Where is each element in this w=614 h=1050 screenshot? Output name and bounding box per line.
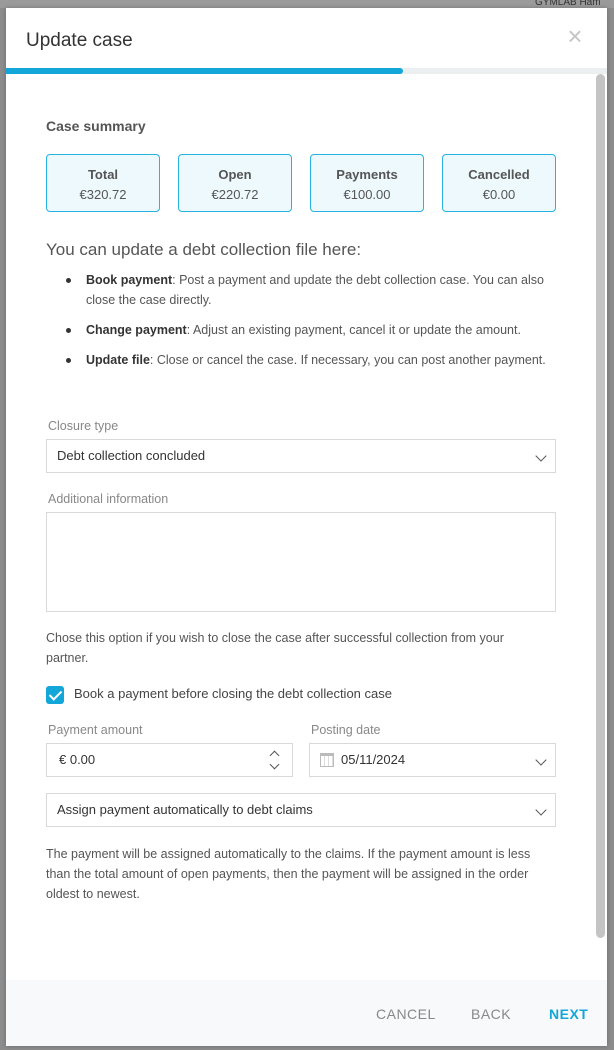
next-button[interactable]: NEXT — [549, 1006, 588, 1022]
bullet-term: Book payment — [86, 273, 173, 287]
back-button[interactable]: BACK — [471, 1006, 511, 1022]
background-app-bar — [0, 0, 614, 8]
background-org-label: GYMLAB Ham — [535, 0, 601, 8]
card-value: €0.00 — [482, 187, 516, 202]
payment-amount-value: € 0.00 — [59, 752, 96, 767]
list-item: Update file: Close or cancel the case. I… — [62, 350, 562, 370]
posting-date-picker[interactable]: 05/11/2024 — [309, 743, 556, 777]
chevron-down-icon — [535, 754, 547, 766]
bullet-text: : Close or cancel the case. If necessary… — [149, 353, 546, 367]
summary-card-open: Open €220.72 — [178, 154, 292, 212]
posting-date-value: 05/11/2024 — [341, 752, 406, 767]
bullet-text: : Adjust an existing payment, cancel it … — [186, 323, 521, 337]
book-payment-label: Book a payment before closing the debt c… — [74, 686, 392, 701]
card-value: €320.72 — [79, 187, 127, 202]
bullet-term: Update file — [86, 353, 150, 367]
closure-hint: Chose this option if you wish to close t… — [46, 631, 504, 665]
assignment-select[interactable]: Assign payment automatically to debt cla… — [46, 793, 556, 827]
cancel-button[interactable]: CANCEL — [376, 1006, 436, 1022]
additional-info-textarea[interactable] — [46, 512, 556, 612]
summary-cards: Total €320.72 Open €220.72 Payments €100… — [46, 154, 556, 212]
chevron-down-icon[interactable] — [269, 759, 280, 770]
update-case-dialog: Update case × Case summary Total €320.72… — [6, 8, 607, 1046]
summary-card-cancelled: Cancelled €0.00 — [442, 154, 556, 212]
dialog-header: Update case × — [6, 8, 607, 68]
card-label: Open — [218, 167, 252, 182]
dialog-scrollbar[interactable] — [596, 74, 605, 938]
card-label: Payments — [336, 167, 398, 182]
card-label: Total — [87, 167, 119, 182]
additional-info-label: Additional information — [48, 492, 169, 506]
dialog-footer: CANCEL BACK NEXT — [6, 980, 607, 1046]
book-payment-checkbox[interactable] — [46, 686, 64, 704]
intro-text: You can update a debt collection file he… — [46, 240, 362, 259]
case-summary-title: Case summary — [46, 118, 146, 134]
summary-card-payments: Payments €100.00 — [310, 154, 424, 212]
list-item: Change payment: Adjust an existing payme… — [62, 320, 562, 340]
assignment-hint: The payment will be assigned automatical… — [46, 847, 531, 901]
bullet-term: Change payment — [86, 323, 187, 337]
card-value: €220.72 — [211, 187, 259, 202]
wizard-progress-bar — [6, 68, 607, 74]
posting-date-label: Posting date — [311, 723, 381, 737]
payment-amount-label: Payment amount — [48, 723, 143, 737]
chevron-down-icon — [535, 450, 547, 462]
amount-stepper[interactable] — [269, 746, 280, 774]
close-icon[interactable]: × — [563, 23, 587, 49]
payment-amount-input[interactable]: € 0.00 — [46, 743, 293, 777]
assignment-value: Assign payment automatically to debt cla… — [57, 802, 313, 817]
closure-type-label: Closure type — [48, 419, 119, 433]
card-label: Cancelled — [468, 167, 530, 182]
card-value: €100.00 — [343, 187, 391, 202]
scrollbar-thumb[interactable] — [596, 74, 605, 938]
summary-card-total: Total €320.72 — [46, 154, 160, 212]
closure-type-select[interactable]: Debt collection concluded — [46, 439, 556, 473]
chevron-down-icon — [535, 804, 547, 816]
progress-fill — [6, 68, 403, 74]
calendar-icon — [320, 753, 334, 767]
options-list: Book payment: Post a payment and update … — [62, 270, 562, 380]
list-item: Book payment: Post a payment and update … — [62, 270, 562, 310]
dialog-title: Update case — [26, 30, 133, 51]
closure-type-value: Debt collection concluded — [57, 448, 206, 463]
